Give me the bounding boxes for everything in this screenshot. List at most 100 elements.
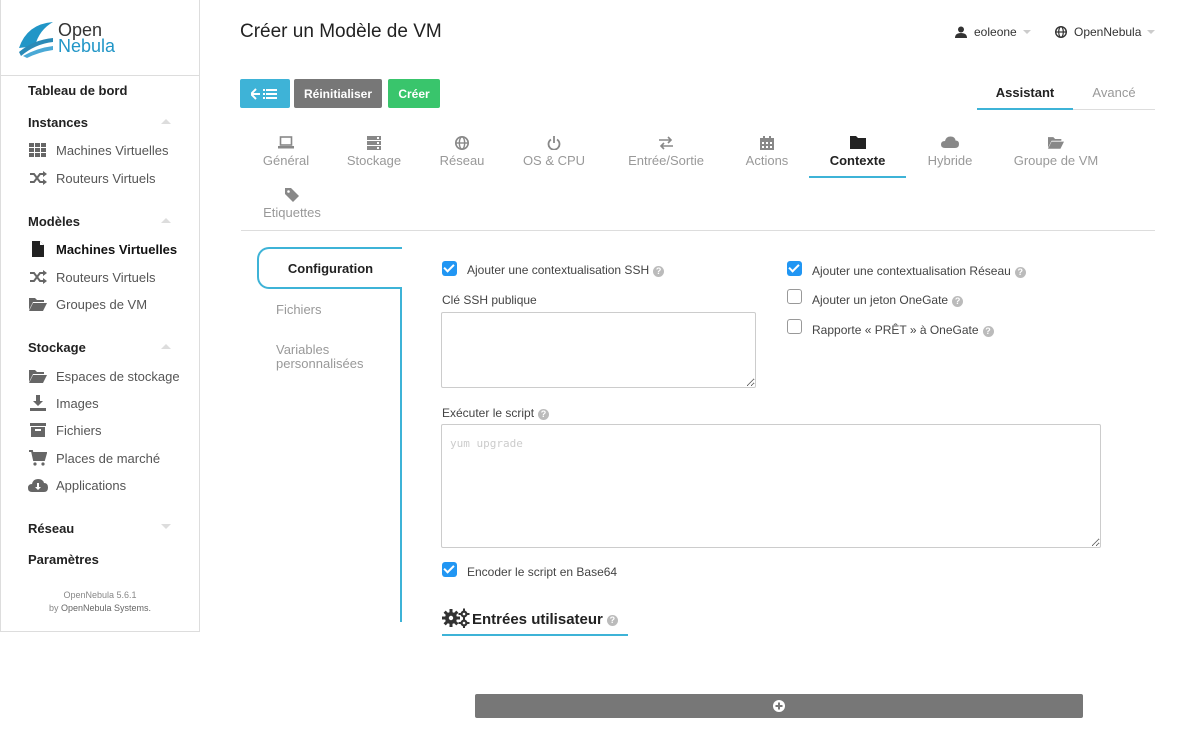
tab-actions[interactable]: Actions (738, 136, 796, 168)
exchange-icon (659, 136, 673, 150)
sidebar-section-instances[interactable]: Instances (28, 115, 88, 130)
user-name: eoleone (974, 25, 1017, 39)
sidebar-item-label: Machines Virtuelles (56, 241, 178, 257)
tab-storage[interactable]: Stockage (342, 136, 406, 168)
tab-advanced[interactable]: Avancé (1073, 83, 1155, 103)
cart-icon (28, 450, 48, 466)
opennebula-logo[interactable]: Open Nebula (1, 0, 199, 76)
user-menu[interactable]: eoleone (955, 25, 1031, 39)
sidebar-item-label: Groupes de VM (56, 296, 148, 312)
globe-icon (1055, 26, 1067, 38)
ssh-key-label: Clé SSH publique (442, 293, 537, 307)
sidebar-item-label: Fichiers (56, 422, 102, 438)
grid-icon (28, 142, 48, 158)
tab-label: Stockage (346, 153, 402, 168)
sidebar-item-images[interactable]: Images (28, 393, 99, 413)
report-ready-label: Rapporte « PRÊT » à OneGate? (812, 323, 994, 337)
sidebar-section-storage[interactable]: Stockage (28, 340, 86, 355)
user-inputs-label: Entrées utilisateur (472, 611, 603, 628)
reset-button[interactable]: Réinitialiser (294, 79, 382, 108)
tab-custom-vars[interactable]: Variables personnalisées (276, 343, 363, 371)
calendar-icon (760, 136, 774, 150)
tab-label: Actions (745, 153, 789, 168)
net-context-checkbox[interactable] (787, 261, 802, 276)
nebula-logo-icon (19, 22, 53, 58)
tab-configuration[interactable]: Configuration (257, 247, 402, 289)
sidebar-footer: OpenNebula 5.6.1 by OpenNebula Systems. (1, 589, 199, 615)
ssh-context-checkbox[interactable] (442, 261, 457, 276)
sidebar-item-templates-vmgroups[interactable]: Groupes de VM (28, 294, 147, 314)
arrow-list-icon (251, 87, 277, 100)
sidebar-item-datastores[interactable]: Espaces de stockage (28, 366, 180, 386)
vertical-tabs-divider (400, 287, 402, 622)
report-ready-checkbox[interactable] (787, 319, 802, 334)
sidebar-item-label: Applications (56, 477, 127, 493)
sidebar-dashboard[interactable]: Tableau de bord (28, 83, 127, 98)
sidebar-item-label: Espaces de stockage (56, 368, 180, 384)
tab-general[interactable]: Général (256, 136, 316, 168)
folder-open-icon (1048, 137, 1064, 149)
sidebar-item-marketplaces[interactable]: Places de marché (28, 448, 160, 468)
file-icon (28, 241, 48, 257)
help-icon[interactable]: ? (982, 326, 994, 337)
net-context-label: Ajouter une contextualisation Réseau? (812, 264, 1026, 278)
cloud-download-icon (28, 477, 48, 493)
base64-checkbox[interactable] (442, 562, 457, 577)
sidebar-settings[interactable]: Paramètres (28, 552, 99, 567)
sidebar-item-instances-vms[interactable]: Machines Virtuelles (28, 140, 168, 160)
help-icon[interactable]: ? (538, 409, 550, 420)
help-icon[interactable]: ? (952, 296, 964, 307)
tab-label: Général (262, 153, 310, 168)
tab-labels[interactable]: Etiquettes (258, 188, 326, 220)
back-to-list-button[interactable] (240, 79, 290, 108)
sidebar-item-label: Images (56, 395, 99, 411)
sidebar-item-apps[interactable]: Applications (28, 475, 126, 495)
plus-circle-icon (773, 700, 785, 712)
collapse-caret-icon[interactable] (161, 344, 171, 349)
tab-label-line1: Variables (276, 342, 330, 357)
version-text: OpenNebula 5.6.1 (63, 590, 137, 600)
shuffle-icon (28, 269, 48, 285)
tab-context[interactable]: Contexte (809, 136, 906, 178)
onegate-token-label: Ajouter un jeton OneGate? (812, 293, 964, 307)
tab-io[interactable]: Entrée/Sortie (620, 136, 712, 168)
script-field[interactable] (441, 424, 1101, 548)
by-text: by (48, 603, 61, 613)
tab-files[interactable]: Fichiers (276, 303, 322, 317)
zone-menu[interactable]: OpenNebula (1055, 25, 1156, 39)
sidebar-item-label: Routeurs Virtuels (56, 269, 156, 285)
tab-wizard[interactable]: Assistant (977, 83, 1073, 110)
tab-hybrid[interactable]: Hybride (920, 136, 980, 168)
tab-os-cpu[interactable]: OS & CPU (516, 136, 592, 168)
collapse-caret-icon[interactable] (161, 218, 171, 223)
create-button[interactable]: Créer (388, 79, 440, 108)
onegate-token-checkbox[interactable] (787, 289, 802, 304)
sidebar-item-files[interactable]: Fichiers (28, 420, 102, 440)
expand-caret-icon[interactable] (161, 524, 171, 529)
sidebar-item-templates-vrouters[interactable]: Routeurs Virtuels (28, 267, 155, 287)
tab-network[interactable]: Réseau (434, 135, 490, 168)
sidebar-section-network[interactable]: Réseau (28, 521, 74, 536)
tab-vm-group[interactable]: Groupe de VM (1006, 136, 1106, 168)
archive-icon (28, 422, 48, 438)
help-icon[interactable]: ? (653, 266, 665, 277)
sidebar-section-templates[interactable]: Modèles (28, 214, 80, 229)
add-user-input-button[interactable] (475, 694, 1083, 718)
download-icon (28, 395, 48, 411)
cloud-icon (941, 136, 959, 148)
chevron-down-icon (1147, 30, 1156, 34)
help-icon[interactable]: ? (1014, 267, 1026, 278)
help-icon[interactable]: ? (606, 615, 618, 626)
sidebar-item-templates-vms[interactable]: Machines Virtuelles (28, 239, 177, 259)
collapse-caret-icon[interactable] (161, 119, 171, 124)
tab-label: Réseau (439, 153, 485, 168)
ssh-key-field[interactable] (441, 312, 756, 388)
company-link[interactable]: OpenNebula Systems. (61, 603, 151, 613)
sidebar-item-label: Places de marché (56, 450, 161, 466)
folder-open-icon (28, 368, 48, 384)
server-icon (367, 136, 381, 150)
sidebar-item-label: Machines Virtuelles (56, 142, 169, 158)
user-inputs-title: Entrées utilisateur ? (442, 608, 628, 636)
tab-label: OS & CPU (522, 153, 586, 168)
sidebar-item-instances-vrouters[interactable]: Routeurs Virtuels (28, 168, 155, 188)
